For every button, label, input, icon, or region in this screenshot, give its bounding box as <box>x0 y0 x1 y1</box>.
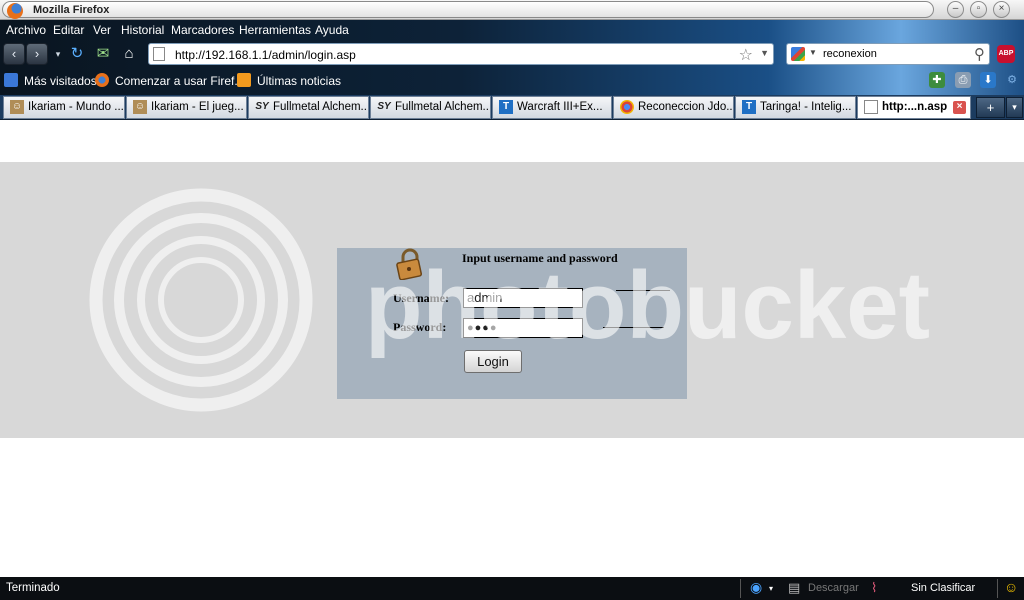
bookmark-getting-started[interactable]: Comenzar a usar Firef... <box>95 73 244 88</box>
menu-archivo[interactable]: Archivo <box>6 23 46 37</box>
menu-herramientas[interactable]: Herramientas <box>239 23 311 37</box>
classification-label[interactable]: Sin Clasificar <box>911 582 975 594</box>
page-content: Input username and password Username: ad… <box>0 120 1024 577</box>
status-globe-icon[interactable]: ◉ <box>750 579 762 596</box>
print-icon[interactable]: ⎙ <box>955 72 971 88</box>
bookmark-star-icon[interactable]: ☆ <box>739 45 753 65</box>
status-divider <box>997 579 998 598</box>
back-button[interactable]: ‹ <box>3 43 25 65</box>
status-bar: Terminado ◉ ▾ ▤ Descargar ⌇ Sin Clasific… <box>0 577 1024 600</box>
tab-fullmetal-2[interactable]: SY Fullmetal Alchem... <box>370 96 491 119</box>
tab-label: Reconeccion Jdo... <box>638 101 734 113</box>
menu-ver[interactable]: Ver <box>93 23 111 37</box>
download-status-icon[interactable]: ⬇ <box>980 72 996 88</box>
menu-editar[interactable]: Editar <box>53 23 84 37</box>
browser-chrome: Archivo Editar Ver Historial Marcadores … <box>0 20 1024 95</box>
tab-warcraft[interactable]: T Warcraft III+Ex... <box>492 96 612 119</box>
decorative-line <box>603 327 664 328</box>
sy-icon: SY <box>255 101 269 112</box>
minimize-button[interactable]: – <box>947 1 964 18</box>
search-input[interactable]: reconexion <box>823 48 877 60</box>
most-visited-icon <box>4 73 18 87</box>
menu-ayuda[interactable]: Ayuda <box>315 23 349 37</box>
bookmark-label: Comenzar a usar Firef... <box>115 74 245 88</box>
page-icon <box>864 100 878 114</box>
tab-list-dropdown-icon[interactable]: ▾ <box>1006 97 1023 118</box>
tab-label: Taringa! - Intelig... <box>760 101 852 113</box>
ikariam-icon: ☺ <box>133 100 147 114</box>
firefox-icon <box>95 73 109 87</box>
search-icon[interactable]: ⚲ <box>974 45 985 63</box>
download-label[interactable]: Descargar <box>808 582 859 594</box>
tab-reconeccion[interactable]: Reconeccion Jdo... <box>613 96 734 119</box>
status-dropdown-icon[interactable]: ▾ <box>769 584 773 593</box>
home-icon[interactable]: ⌂ <box>120 45 138 63</box>
taringa-icon: T <box>742 100 756 114</box>
addon-icon[interactable]: ✚ <box>929 72 945 88</box>
google-icon[interactable] <box>791 47 805 61</box>
status-divider <box>740 579 741 598</box>
bookmark-latest-news[interactable]: Últimas noticias <box>237 73 341 88</box>
tab-close-icon[interactable]: × <box>953 101 966 114</box>
tab-taringa[interactable]: T Taringa! - Intelig... <box>735 96 856 119</box>
login-button[interactable]: Login <box>464 350 522 373</box>
login-panel: Input username and password Username: ad… <box>337 248 687 399</box>
bookmarks-toolbar: Más visitados Comenzar a usar Firef... Ú… <box>0 71 1024 89</box>
status-text: Terminado <box>6 582 60 594</box>
url-dropdown-icon[interactable]: ▼ <box>760 48 769 58</box>
tab-label: Ikariam - El jueg... <box>151 101 244 113</box>
page-icon <box>153 47 165 61</box>
tab-ikariam-juego[interactable]: ☺ Ikariam - El jueg... <box>126 96 247 119</box>
tab-label: Fullmetal Alchem... <box>273 101 369 113</box>
forward-button[interactable]: › <box>26 43 48 65</box>
padlock-icon <box>396 248 423 280</box>
tab-label: Ikariam - Mundo ... <box>28 101 124 113</box>
tab-login-active[interactable]: http:...n.asp × <box>857 96 971 119</box>
graph-icon[interactable]: ⌇ <box>871 580 877 596</box>
settings-gear-icon[interactable]: ⚙ <box>1004 72 1020 88</box>
tab-strip: ☺ Ikariam - Mundo ... ☺ Ikariam - El jueg.… <box>0 95 1024 120</box>
decorative-line <box>616 290 670 291</box>
search-bar[interactable]: ▼ reconexion ⚲ <box>786 43 990 65</box>
smiley-icon[interactable]: ☺ <box>1004 579 1018 595</box>
close-button[interactable]: × <box>993 1 1010 18</box>
search-engine-dropdown-icon[interactable]: ▼ <box>809 48 817 57</box>
window-title: Mozilla Firefox <box>33 4 110 16</box>
login-heading: Input username and password <box>462 251 618 265</box>
title-bar: Mozilla Firefox – ▫ × <box>0 0 1024 20</box>
bookmark-label: Últimas noticias <box>257 74 342 88</box>
stop-icon[interactable]: ✉ <box>94 45 112 63</box>
tab-label: Warcraft III+Ex... <box>517 101 603 113</box>
title-pill: Mozilla Firefox <box>2 1 934 19</box>
download-icon[interactable]: ▤ <box>788 580 800 596</box>
maximize-button[interactable]: ▫ <box>970 1 987 18</box>
username-label: Username: <box>393 291 449 305</box>
sy-icon: SY <box>377 101 391 112</box>
firefox-logo-icon[interactable] <box>7 3 23 19</box>
ikariam-icon: ☺ <box>10 100 24 114</box>
taringa-icon: T <box>499 100 513 114</box>
tab-label: http:...n.asp <box>882 101 948 113</box>
url-bar[interactable]: http://192.168.1.1/admin/login.asp ☆ ▼ <box>148 43 774 65</box>
adblock-icon[interactable]: ABP <box>997 45 1015 63</box>
bookmark-label: Más visitados <box>24 74 97 88</box>
history-dropdown-icon[interactable]: ▾ <box>49 45 67 63</box>
chrome-icon <box>620 100 634 114</box>
username-input[interactable]: admin <box>463 288 583 308</box>
menu-historial[interactable]: Historial <box>121 23 164 37</box>
tab-label: Fullmetal Alchem... <box>395 101 491 113</box>
bookmark-most-visited[interactable]: Más visitados <box>4 73 97 88</box>
rss-icon <box>237 73 251 87</box>
url-text[interactable]: http://192.168.1.1/admin/login.asp <box>175 48 356 62</box>
tab-fullmetal-1[interactable]: SY Fullmetal Alchem... <box>248 96 369 119</box>
new-tab-button[interactable]: + <box>976 97 1005 118</box>
tab-ikariam-mundo[interactable]: ☺ Ikariam - Mundo ... <box>3 96 125 119</box>
password-label: Password: <box>393 320 447 334</box>
password-input[interactable]: ●●●● <box>463 318 583 338</box>
reload-icon[interactable]: ↻ <box>68 45 86 63</box>
menu-marcadores[interactable]: Marcadores <box>171 23 234 37</box>
